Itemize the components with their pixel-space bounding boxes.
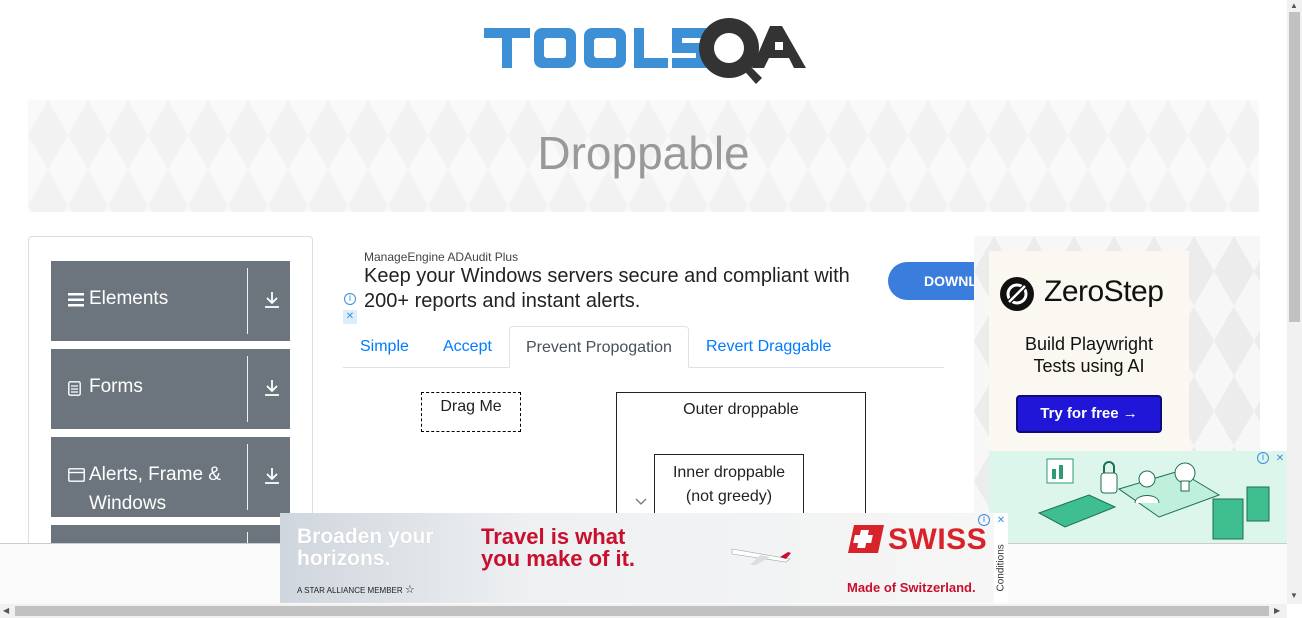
sidebar: Elements Forms Alerts, Frame & Windows (28, 236, 313, 567)
ad-bottom-banner[interactable]: Broaden your horizons. A STAR ALLIANCE M… (280, 513, 994, 603)
inner-droppable-sublabel: (not greedy) (685, 488, 773, 505)
star-alliance-text: A STAR ALLIANCE MEMBER (297, 586, 403, 595)
divider (247, 444, 248, 510)
ad-top-banner[interactable]: ManageEngine ADAudit Plus Keep your Wind… (343, 236, 974, 325)
star-alliance-label: A STAR ALLIANCE MEMBER ☆ (297, 583, 415, 596)
ad-mid-headline-line2: you make of it. (481, 546, 636, 571)
ad-info-icon[interactable]: i (978, 514, 990, 526)
swiss-flag-icon (848, 525, 884, 553)
tab-prevent-propogation[interactable]: Prevent Propogation (509, 326, 689, 368)
zerostep-tagline-line1: Build Playwright (1024, 334, 1154, 354)
security-illustration (1037, 458, 1270, 540)
ad-brand: ManageEngine ADAudit Plus (364, 250, 519, 264)
list-icon (68, 293, 84, 307)
ad-left-headline-line2: horizons. (297, 547, 391, 570)
ad-headline: Keep your Windows servers secure and com… (364, 265, 850, 312)
outer-droppable-label: Outer droppable (683, 401, 799, 418)
swiss-tagline: Made of Switzerland. (847, 580, 976, 595)
zerostep-ad-card[interactable]: ZeroStep Build Playwright Tests using AI… (989, 251, 1189, 451)
ad-close-icon[interactable]: ✕ (343, 310, 357, 324)
scroll-right-icon[interactable]: ▶ (1274, 606, 1280, 615)
conditions-label: Conditions (995, 544, 1007, 592)
download-icon[interactable] (263, 467, 281, 485)
sidebar-group-elements[interactable]: Elements (51, 261, 290, 341)
drag-me-box[interactable]: Drag Me (421, 392, 521, 432)
horizontal-scrollbar[interactable]: ◀ ▶ (0, 604, 1287, 618)
document-icon (68, 381, 81, 396)
tab-simple[interactable]: Simple (344, 326, 425, 368)
sidebar-group-forms[interactable]: Forms (51, 349, 290, 429)
droppable-tabs: Simple Accept Prevent Propogation Revert… (343, 326, 944, 368)
zerostep-tagline: Build Playwright Tests using AI (989, 333, 1189, 377)
divider (247, 268, 248, 334)
ad-info-icon[interactable]: i (1257, 452, 1269, 464)
try-for-free-button[interactable]: Try for free → (1016, 395, 1162, 433)
star-alliance-icon: ☆ (404, 584, 415, 596)
ad-download-button[interactable]: DOWNLOAD (888, 262, 974, 300)
tab-accept[interactable]: Accept (427, 326, 508, 368)
page: Droppable Elements Forms Alerts, Frame &… (0, 0, 1302, 618)
sidebar-group-alerts-frame-windows[interactable]: Alerts, Frame & Windows (51, 437, 290, 517)
divider (247, 356, 248, 422)
toolsqa-logo-graphic (484, 18, 806, 84)
sidebar-group-label: Alerts, Frame & (89, 464, 221, 485)
conditions-link[interactable]: ✕ Conditions (994, 513, 1008, 603)
ad-illustration[interactable]: i ✕ (989, 451, 1287, 544)
ad-mid-headline-line1: Travel is what (481, 524, 626, 549)
ad-left-headline-line1: Broaden your (297, 525, 434, 548)
sidebar-group-label-line2: Windows (89, 493, 167, 514)
page-title: Droppable (537, 127, 750, 179)
scroll-up-icon[interactable]: ▲ (1290, 1, 1298, 10)
zerostep-logo-icon (1000, 277, 1034, 311)
zerostep-brand: ZeroStep (1044, 275, 1164, 308)
tab-revert-draggable[interactable]: Revert Draggable (690, 326, 847, 368)
scroll-down-icon[interactable]: ▼ (1290, 591, 1298, 600)
download-icon[interactable] (263, 291, 281, 309)
vertical-scrollbar[interactable]: ▲ ▼ (1287, 0, 1302, 604)
zerostep-tagline-line2: Tests using AI (1033, 356, 1145, 376)
chevron-down-icon (635, 498, 647, 505)
sidebar-group-label: Elements (89, 288, 169, 309)
inner-droppable-label: Inner droppable (672, 464, 786, 481)
ad-mid-headline: Travel is what you make of it. (481, 526, 635, 570)
ad-close-icon[interactable]: ✕ (1273, 452, 1287, 466)
window-icon (68, 468, 85, 482)
page-banner: Droppable (28, 100, 1259, 212)
sidebar-group-label: Forms (89, 376, 143, 397)
horizontal-scroll-thumb[interactable] (15, 606, 1269, 616)
ad-info-icon[interactable]: i (344, 293, 356, 305)
download-icon[interactable] (263, 379, 281, 397)
toolsqa-logo[interactable] (484, 14, 808, 90)
ad-left-headline: Broaden your horizons. (297, 526, 434, 570)
swiss-brand: SWISS (888, 523, 988, 556)
scroll-left-icon[interactable]: ◀ (3, 606, 9, 615)
vertical-scroll-thumb[interactable] (1289, 12, 1300, 322)
